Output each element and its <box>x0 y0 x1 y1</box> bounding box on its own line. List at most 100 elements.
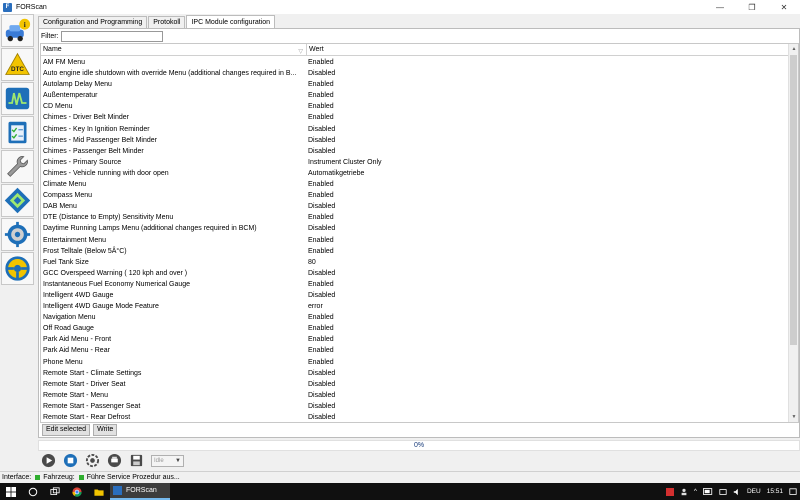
row-value-cell: Enabled <box>308 280 334 288</box>
chrome-button[interactable] <box>66 483 88 500</box>
edit-selected-button[interactable]: Edit selected <box>42 424 91 436</box>
clock[interactable]: 15:51 <box>767 488 783 495</box>
start-button[interactable] <box>0 483 22 500</box>
row-name-cell: Remote Start - Climate Settings <box>43 369 142 377</box>
row-value-cell: Disabled <box>308 291 336 299</box>
table-row[interactable]: Auto engine idle shutdown with override … <box>41 68 789 79</box>
table-row[interactable]: Chimes - Driver Belt Minder Enabled <box>41 112 789 123</box>
people-icon[interactable] <box>680 488 688 496</box>
row-value-cell: Disabled <box>308 225 336 233</box>
minimize-button[interactable]: — <box>704 0 736 14</box>
battery-icon[interactable] <box>702 488 713 495</box>
column-header-name[interactable]: Name ▽ <box>41 44 307 56</box>
column-header-wert[interactable]: Wert <box>307 44 789 56</box>
notification-red-icon[interactable] <box>665 487 674 496</box>
row-value-cell: Disabled <box>308 414 336 421</box>
scroll-down-icon[interactable]: ▼ <box>789 412 798 422</box>
table-row[interactable]: Frost Telltale (Below 5Â°C) Enabled <box>41 246 789 257</box>
taskbar-forscan[interactable]: FORScan <box>110 483 170 500</box>
table-row[interactable]: Compass Menu Enabled <box>41 190 789 201</box>
notification-center-icon[interactable] <box>789 487 797 496</box>
service-button[interactable] <box>1 150 34 183</box>
table-row[interactable]: Remote Start - Menu Disabled <box>41 390 789 401</box>
filter-input[interactable] <box>60 31 163 42</box>
app-icon: F <box>3 2 12 12</box>
search-button[interactable] <box>22 483 44 500</box>
stop-button[interactable] <box>62 452 79 469</box>
table-row[interactable]: Chimes - Passenger Belt Minder Disabled <box>41 146 789 157</box>
vertical-scrollbar[interactable]: ▲ ▼ <box>788 44 798 422</box>
task-view-button[interactable] <box>44 483 66 500</box>
speed-select[interactable]: Idle ▼ <box>151 454 184 467</box>
tab-ipc-module-configuration[interactable]: IPC Module configuration <box>186 15 276 29</box>
volume-icon[interactable] <box>733 488 741 496</box>
table-row[interactable]: Chimes - Key In Ignition Reminder Disable… <box>41 124 789 135</box>
row-name-cell: Compass Menu <box>43 192 93 200</box>
table-row[interactable]: Remote Start - Driver Seat Disabled <box>41 379 789 390</box>
row-name-cell: Remote Start - Passenger Seat <box>43 402 141 410</box>
row-value-cell: error <box>308 303 323 311</box>
scroll-up-icon[interactable]: ▲ <box>789 44 798 54</box>
system-tray: ^ DEU 15:51 <box>663 483 800 500</box>
table-row[interactable]: Chimes - Mid Passenger Belt Minder Disabl… <box>41 135 789 146</box>
table-row[interactable]: Autolamp Delay Menu Enabled <box>41 79 789 90</box>
row-value-cell: Enabled <box>308 192 334 200</box>
table-row[interactable]: Fuel Tank Size 80 <box>41 257 789 268</box>
table-row[interactable]: Park Aid Menu - Rear Enabled <box>41 345 789 356</box>
row-name-cell: DAB Menu <box>43 203 77 211</box>
steering-button[interactable] <box>1 252 34 285</box>
row-value-cell: Enabled <box>308 325 334 333</box>
table-row[interactable]: Off Road Gauge Enabled <box>41 323 789 334</box>
print-button[interactable] <box>106 452 123 469</box>
table-row[interactable]: Remote Start - Passenger Seat Disabled <box>41 401 789 412</box>
play-button[interactable] <box>40 452 57 469</box>
table-row[interactable]: Climate Menu Enabled <box>41 179 789 190</box>
row-name-cell: Navigation Menu <box>43 314 96 322</box>
scroll-thumb[interactable] <box>790 55 797 345</box>
print-icon <box>107 453 122 468</box>
table-row[interactable]: Navigation Menu Enabled <box>41 312 789 323</box>
vehicle-info-button[interactable]: i <box>1 14 34 47</box>
filter-label: Filter: <box>41 33 59 40</box>
table-row[interactable]: Entertainment Menu Enabled <box>41 235 789 246</box>
network-icon[interactable] <box>719 488 727 496</box>
row-value-cell: Enabled <box>308 358 334 366</box>
row-name-cell: Frost Telltale (Below 5Â°C) <box>43 247 127 255</box>
module-programming-button[interactable] <box>1 184 34 217</box>
oscilloscope-button[interactable] <box>1 82 34 115</box>
row-value-cell: Enabled <box>308 92 334 100</box>
dtc-button[interactable]: DTC <box>1 48 34 81</box>
close-button[interactable]: ✕ <box>768 0 800 14</box>
row-name-cell: Auto engine idle shutdown with override … <box>43 70 297 78</box>
checklist-button[interactable] <box>1 116 34 149</box>
table-row[interactable]: Intelligent 4WD Gauge Mode Feature error <box>41 301 789 312</box>
table-row[interactable]: Chimes - Vehicle running with door open A… <box>41 168 789 179</box>
row-value-cell: Disabled <box>308 380 336 388</box>
row-name-cell: Autolamp Delay Menu <box>43 81 112 89</box>
table-row[interactable]: Chimes - Primary Source Instrument Cluste… <box>41 157 789 168</box>
table-row[interactable]: DAB Menu Disabled <box>41 201 789 212</box>
chevron-up-icon[interactable]: ^ <box>694 488 697 495</box>
table-row[interactable]: AM FM Menu Enabled <box>41 57 789 68</box>
reset-button[interactable] <box>84 452 101 469</box>
table-row[interactable]: Instantaneous Fuel Economy Numerical Gau… <box>41 279 789 290</box>
language-indicator[interactable]: DEU <box>747 488 761 495</box>
table-row[interactable]: Außentemperatur Enabled <box>41 90 789 101</box>
save-button[interactable] <box>128 452 145 469</box>
table-row[interactable]: Daytime Running Lamps Menu (additional c… <box>41 223 789 234</box>
table-row[interactable]: Intelligent 4WD Gauge Disabled <box>41 290 789 301</box>
table-row[interactable]: GCC Overspeed Warning ( 120 kph and over… <box>41 268 789 279</box>
table-row[interactable]: Park Aid Menu - Front Enabled <box>41 334 789 345</box>
explorer-button[interactable] <box>88 483 110 500</box>
configuration-button[interactable] <box>1 218 34 251</box>
table-row[interactable]: Phone Menu Enabled <box>41 357 789 368</box>
row-name-cell: Phone Menu <box>43 358 83 366</box>
table-row[interactable]: Remote Start - Rear Defrost Disabled <box>41 412 789 422</box>
table-row[interactable]: Remote Start - Climate Settings Disabled <box>41 368 789 379</box>
table-row[interactable]: DTE (Distance to Empty) Sensitivity Menu… <box>41 212 789 223</box>
wrench-icon <box>7 156 28 177</box>
table-row[interactable]: CD Menu Enabled <box>41 101 789 112</box>
row-value-cell: Enabled <box>308 81 334 89</box>
write-button[interactable]: Write <box>93 424 118 436</box>
maximize-button[interactable]: ❐ <box>736 0 768 14</box>
